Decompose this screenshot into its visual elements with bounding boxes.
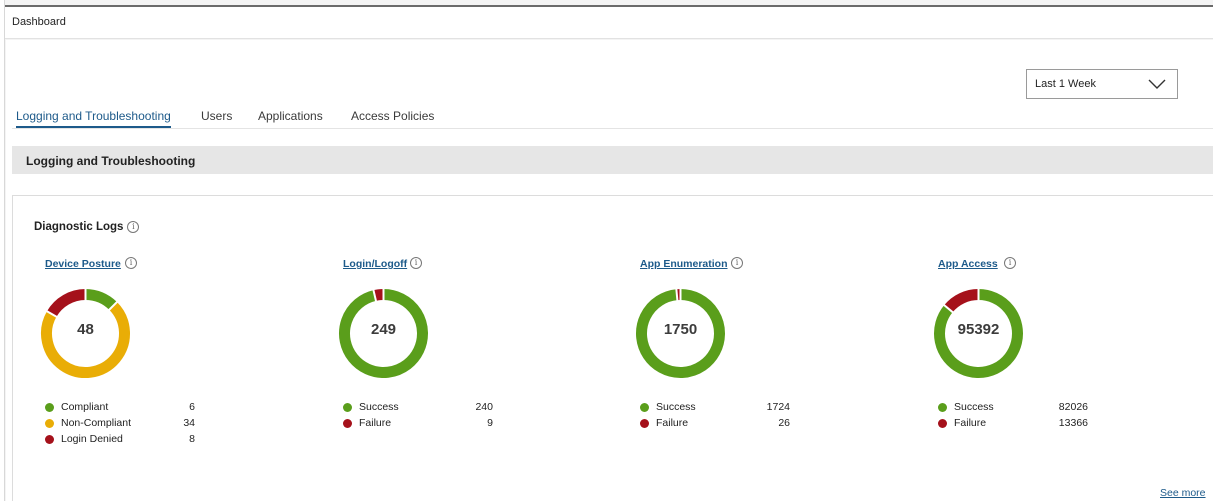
legend-item: Failure 13366 [938,416,1088,432]
metric-title-link[interactable]: Login/Logoff [343,258,407,270]
tab-logging-and-troubleshooting[interactable]: Logging and Troubleshooting [16,109,171,128]
info-icon[interactable]: i [731,257,743,269]
donut-separator [675,288,679,302]
legend-value: 82026 [1058,401,1088,413]
see-more-link[interactable]: See more [1160,487,1206,499]
legend: Success 82026 Failure 13366 [938,400,1088,432]
legend: Compliant 6 Non-Compliant 34 Login Denied 8 [45,400,195,448]
legend-item: Success 240 [343,400,493,416]
metric-login-logoff: Login/Logoff i 249 Success 240 Failure 9 [339,254,633,454]
legend-dot [938,419,947,428]
legend-dot [45,403,54,412]
legend-label: Login Denied [61,433,123,445]
legend-value: 26 [778,417,790,429]
legend-label: Failure [656,417,689,429]
legend-value: 240 [475,401,493,413]
metric-total: 249 [370,321,397,338]
legend: Success 1724 Failure 26 [640,400,790,432]
legend-label: Non-Compliant [61,417,132,429]
legend-label: Success [954,401,994,413]
legend-label: Compliant [61,401,109,413]
legend-dot [45,435,54,444]
legend-value: 34 [183,417,195,429]
section-title: Logging and Troubleshooting [26,154,196,168]
tab-access-policies[interactable]: Access Policies [351,109,434,126]
legend-item: Failure 9 [343,416,493,432]
legend-value: 6 [189,401,195,413]
time-range-select[interactable]: Last 1 Week [1026,69,1178,99]
metric-device-posture: Device Posture i 48 Compliant 6 Non-Compl… [41,254,335,454]
legend-value: 8 [189,433,195,445]
top-bar: Dashboard [5,5,1213,39]
donut-segment [46,289,86,318]
legend-label: Failure [954,417,987,429]
info-icon[interactable]: i [127,221,140,233]
legend-item: Non-Compliant 34 [45,416,195,432]
info-icon[interactable]: i [410,257,422,269]
metric-app-access: App Access i 95392 Success 82026 Failure 1… [934,254,1213,454]
donut-segment [41,302,130,378]
metric-title-link[interactable]: Device Posture [45,258,121,270]
window-edge [0,0,5,501]
metric-app-enumeration: App Enumeration i 1750 Success 1724 Failu… [636,254,930,454]
info-icon[interactable]: i [1004,257,1016,269]
metric-title-link[interactable]: App Enumeration [640,258,728,270]
legend-dot [938,403,947,412]
legend-item: Success 82026 [938,400,1088,416]
legend-value: 13366 [1058,417,1088,429]
legend: Success 240 Failure 9 [343,400,493,432]
legend-item: Failure 26 [640,416,790,432]
metric-total: 1750 [663,321,698,338]
donut-segment [85,289,117,311]
chevron-down-icon [1147,75,1167,98]
info-icon[interactable]: i [125,257,137,269]
legend-dot [640,419,649,428]
metric-total: 95392 [957,321,1000,338]
legend-item: Login Denied 8 [45,432,195,448]
section-header: Logging and Troubleshooting [12,146,1213,174]
donut-segment [944,289,979,313]
legend-value: 1724 [766,401,790,413]
legend-dot [343,419,352,428]
metric-total: 48 [77,321,94,338]
legend-item: Compliant 6 [45,400,195,416]
time-range-value: Last 1 Week [1035,78,1096,90]
legend-label: Success [359,401,399,413]
donut-segment [373,289,384,301]
legend-label: Success [656,401,696,413]
card-title-text: Diagnostic Logs [34,221,124,234]
tab-applications[interactable]: Applications [258,109,323,126]
legend-dot [640,403,649,412]
tab-divider [12,128,1213,129]
metric-title-link[interactable]: App Access [938,258,998,270]
breadcrumb[interactable]: Dashboard [12,16,66,28]
legend-item: Success 1724 [640,400,790,416]
legend-value: 9 [487,417,493,429]
card-title: Diagnostic Logs i [34,221,140,234]
diagnostic-logs-card: Diagnostic Logs i Device Posture i 48 Com… [12,195,1213,501]
legend-dot [45,419,54,428]
legend-dot [343,403,352,412]
tab-users[interactable]: Users [201,109,232,126]
legend-label: Failure [359,417,392,429]
